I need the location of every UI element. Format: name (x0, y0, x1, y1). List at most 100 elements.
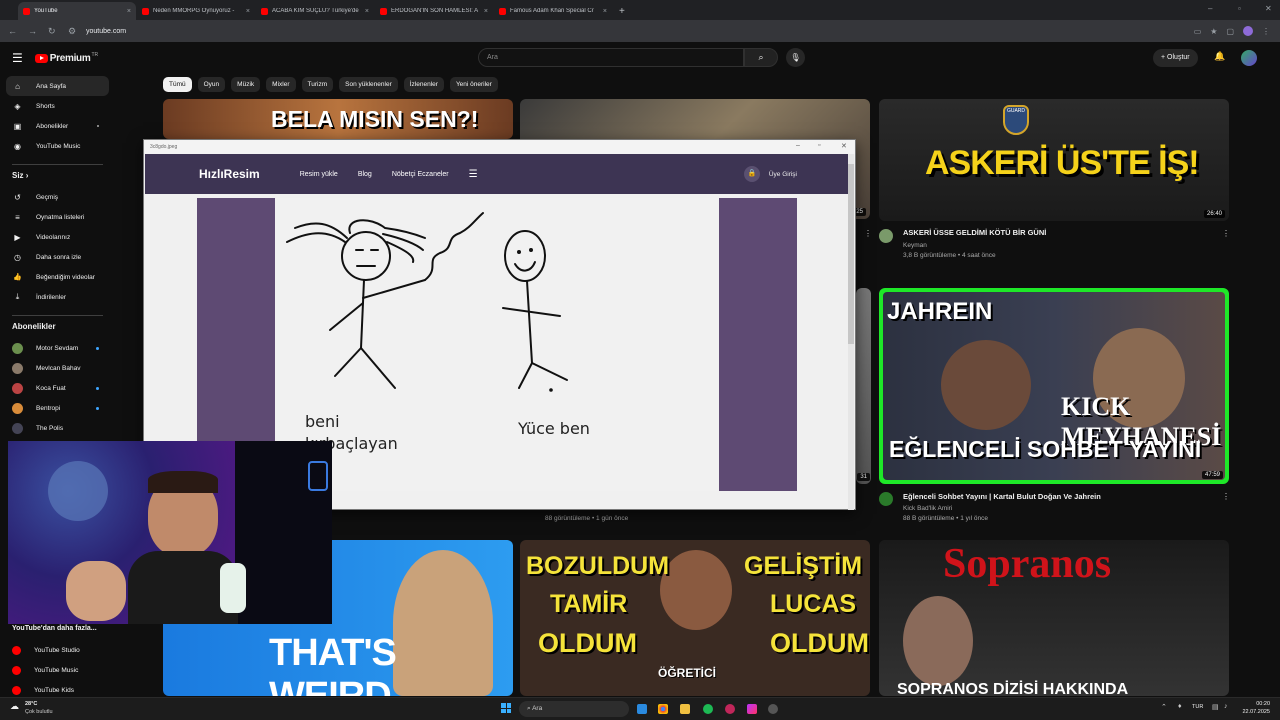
video-title[interactable]: ASKERİ ÜSSE GELDİMİ KÖTÜ BİR GÜNİ (903, 228, 1046, 237)
spotify-icon[interactable] (703, 704, 713, 714)
video-thumbnail[interactable]: 31 (856, 288, 871, 484)
video-thumbnail[interactable]: JAHREIN KICK MEYHANESİ EĞLENCELİ SOHBET … (879, 288, 1229, 484)
youtube-logo[interactable]: Premium TR (34, 52, 98, 64)
maximize-icon[interactable]: ▫ (818, 142, 820, 149)
sidebar-item-liked[interactable]: 👍 Beğendiğim videolar (0, 267, 115, 287)
voice-search-button[interactable]: 🎙 (786, 48, 805, 67)
more-options-icon[interactable]: ⋮ (864, 229, 872, 238)
reload-icon[interactable]: ↻ (48, 26, 60, 37)
tray-chevron-icon[interactable]: ⌃ (1161, 703, 1167, 711)
browser-menu-icon[interactable]: ⋮ (1262, 27, 1270, 36)
sidebar-channel[interactable]: The Polis (0, 418, 115, 438)
network-icon[interactable]: ▤ (1212, 703, 1219, 711)
chip[interactable]: Müzik (231, 77, 261, 92)
file-explorer-icon[interactable] (680, 704, 690, 714)
clock-date[interactable]: 22.07.2025 (1240, 709, 1270, 715)
app-icon[interactable] (725, 704, 735, 714)
close-window-icon[interactable]: ✕ (841, 142, 847, 150)
menu-icon[interactable]: ☰ (469, 169, 478, 180)
minimize-icon[interactable]: – (796, 142, 800, 149)
browser-tab[interactable]: Famous Adam Khan Special Cr × (494, 2, 612, 20)
close-tab-icon[interactable]: × (127, 8, 131, 15)
sidebar-channel[interactable]: Koca Fuat (0, 378, 115, 398)
sidebar-item-home[interactable]: ⌂ Ana Sayfa (6, 76, 109, 96)
sidebar-item-history[interactable]: ↺ Geçmiş (0, 187, 115, 207)
extensions-icon[interactable]: ▢ (1226, 27, 1234, 36)
volume-icon[interactable]: ♪ (1224, 703, 1228, 710)
close-tab-icon[interactable]: × (365, 8, 369, 15)
maximize-icon[interactable]: ▫ (1238, 4, 1241, 13)
close-tab-icon[interactable]: × (484, 8, 488, 15)
language-indicator[interactable]: TUR (1192, 704, 1203, 710)
bookmark-star-icon[interactable]: ★ (1210, 27, 1217, 36)
profile-icon[interactable] (1243, 26, 1253, 36)
browser-tab[interactable]: Neden MMORPG Oynuyoruz - × (137, 2, 255, 20)
chip[interactable]: İzlenenler (403, 77, 444, 92)
channel-avatar[interactable] (879, 229, 893, 243)
more-options-icon[interactable]: ⋮ (1222, 492, 1230, 501)
minimize-icon[interactable]: – (1208, 4, 1212, 13)
search-input[interactable]: Ara (478, 48, 744, 67)
more-options-icon[interactable]: ⋮ (1222, 229, 1230, 238)
popup-scrollbar[interactable] (848, 154, 854, 510)
sidebar-channel[interactable]: Mevlcan Bahav (0, 358, 115, 378)
site-info-icon[interactable]: ⚙ (68, 26, 80, 37)
nav-link[interactable]: Blog (358, 171, 372, 178)
channel-avatar[interactable] (879, 492, 893, 506)
channel-name[interactable]: Kick Bad'lik Amiri (903, 505, 952, 512)
video-title[interactable]: Eğlenceli Sohbet Yayını | Kartal Bulut D… (903, 492, 1101, 501)
tray-app-icon[interactable]: ♦ (1178, 703, 1182, 710)
chip[interactable]: Oyun (197, 77, 226, 92)
sidebar-section-you[interactable]: Siz › (0, 165, 115, 187)
weather-icon[interactable]: ☁ (10, 701, 19, 712)
nav-link[interactable]: Nöbetçi Eczaneler (392, 171, 449, 178)
sidebar-item-youtube-studio[interactable]: YouTube Studio (0, 640, 115, 660)
obs-icon[interactable] (768, 704, 778, 714)
browser-tab[interactable]: YouTube × (18, 2, 136, 20)
sidebar-item-playlists[interactable]: ≡ Oynatma listeleri (0, 207, 115, 227)
sidebar-item-shorts[interactable]: ◈ Shorts (0, 96, 115, 116)
chrome-icon[interactable] (658, 704, 668, 714)
sidebar-item-downloads[interactable]: ⤓ İndirilenler (0, 287, 115, 307)
chip[interactable]: Mixler (266, 77, 296, 92)
chip[interactable]: Son yüklenenler (339, 77, 398, 92)
sidebar-item-your-videos[interactable]: ▶ Videolarınız (0, 227, 115, 247)
browser-tab[interactable]: ERDOĞAN'IN SON HAMLESİ: A × (375, 2, 493, 20)
notifications-bell-icon[interactable]: 🔔 (1214, 51, 1225, 62)
taskbar-search[interactable]: ⌕ Ara (519, 701, 629, 717)
close-tab-icon[interactable]: × (246, 8, 250, 15)
nav-link[interactable]: Resim yükle (300, 171, 338, 178)
chip[interactable]: Turizm (301, 77, 334, 92)
new-tab-button[interactable]: + (619, 6, 625, 17)
sidebar-item-subscriptions[interactable]: ▣ Abonelikler (0, 116, 115, 136)
app-icon[interactable] (747, 704, 757, 714)
sidebar-item-music[interactable]: ◉ YouTube Music (0, 136, 115, 156)
back-icon[interactable]: ← (8, 26, 20, 36)
sidebar-item-watch-later[interactable]: ◷ Daha sonra izle (0, 247, 115, 267)
steam-icon[interactable] (637, 704, 647, 714)
url-field[interactable]: youtube.com (86, 28, 1194, 35)
video-thumbnail[interactable]: Sopranos SOPRANOS DİZİSİ HAKKINDA (879, 540, 1229, 696)
start-menu-icon[interactable] (501, 703, 511, 713)
cast-icon[interactable]: ▭ (1194, 27, 1202, 36)
account-avatar[interactable] (1241, 50, 1257, 66)
close-window-icon[interactable]: ✕ (1265, 4, 1272, 13)
video-thumbnail[interactable]: BELA MISIN SEN?! (163, 99, 513, 139)
browser-tab[interactable]: ACABA KİM SUÇLU? Türkiye'de × (256, 2, 374, 20)
close-tab-icon[interactable]: × (603, 8, 607, 15)
chip[interactable]: Yeni öneriler (449, 77, 498, 92)
chip[interactable]: Tümü (163, 77, 192, 92)
search-button[interactable]: ⌕ (744, 48, 778, 67)
forward-icon[interactable]: → (28, 26, 40, 36)
video-thumbnail[interactable]: GUARD ASKERİ ÜS'TE İŞ! 26:40 (879, 99, 1229, 221)
create-button[interactable]: + Oluştur (1153, 49, 1198, 67)
login-button[interactable]: 🔒 Üye Girişi (743, 166, 797, 182)
video-thumbnail[interactable]: BOZULDUM TAMİR OLDUM GELİŞTİM LUCAS OLDU… (520, 540, 870, 696)
clock-time[interactable]: 00:20 (1243, 701, 1270, 707)
hamburger-menu-icon[interactable]: ☰ (12, 51, 23, 65)
sidebar-item-youtube-music[interactable]: YouTube Music (0, 660, 115, 680)
channel-name[interactable]: Keyman (903, 242, 927, 249)
sidebar-channel[interactable]: Bentropi (0, 398, 115, 418)
sidebar-channel[interactable]: Motor Sevdam (0, 338, 115, 358)
site-logo[interactable]: HızlıResim (199, 167, 260, 181)
